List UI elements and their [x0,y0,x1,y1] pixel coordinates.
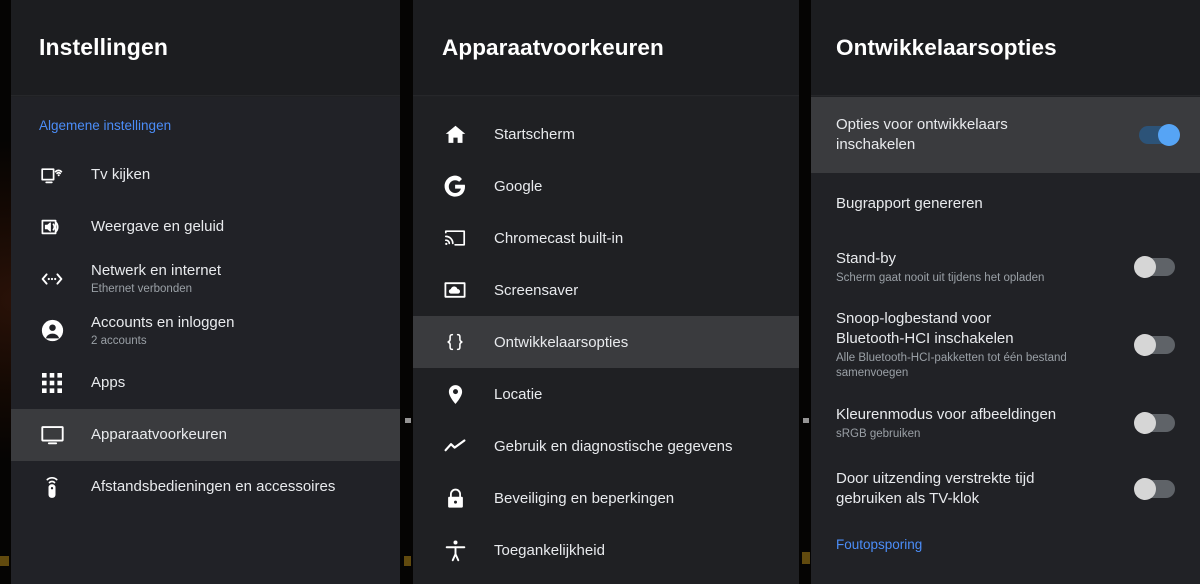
menu-item-startscherm[interactable]: Startscherm [413,108,799,160]
setting-label: Stand-by [836,249,1122,269]
setting-row-kleurenmodus-voor-afbeeldingen[interactable]: Kleurenmodus voor afbeeldingen sRGB gebr… [811,391,1200,455]
toggle-stand-by[interactable] [1134,256,1180,278]
cast-icon [442,225,468,251]
menu-item-label: Beveiliging en beperkingen [494,490,674,507]
menu-item-ontwikkelaarsopties[interactable]: Ontwikkelaarsopties [413,316,799,368]
analytics-icon [442,433,468,459]
page-title: Ontwikkelaarsopties [836,35,1057,61]
setting-row-bluetooth-hci-snoop-log[interactable]: Snoop-logbestand voor Bluetooth-HCI insc… [811,299,1200,391]
toggle-bluetooth-hci-snoop-log[interactable] [1134,334,1180,356]
toggle-uitzending-tijd-tv-klok[interactable] [1134,478,1180,500]
settings-panel-header: Instellingen [11,0,400,96]
menu-item-toegankelijkheid[interactable]: Toegankelijkheid [413,524,799,576]
sidebar-item-label: Apparaatvoorkeuren [91,425,227,444]
sidebar-item-label: Netwerk en internet [91,261,221,280]
toggle-thumb [1134,412,1156,434]
sidebar-item-netwerk-en-internet[interactable]: Netwerk en internet Ethernet verbonden [11,253,400,305]
section-label-foutopsporing[interactable]: Foutopsporing [811,523,1200,565]
sidebar-item-label: Tv kijken [91,165,150,184]
sidebar-item-tv-kijken[interactable]: Tv kijken [11,149,400,201]
setting-row-uitzending-tijd-als-tv-klok[interactable]: Door uitzending verstrekte tijd gebruike… [811,455,1200,523]
developer-options-panel-header: Ontwikkelaarsopties [811,0,1200,96]
accessibility-icon [442,537,468,563]
tv-live-icon [39,162,65,188]
menu-item-label: Chromecast built-in [494,230,623,247]
menu-item-beveiliging-en-beperkingen[interactable]: Beveiliging en beperkingen [413,472,799,524]
section-label-text: Foutopsporing [836,537,922,552]
menu-item-google[interactable]: Google [413,160,799,212]
menu-item-label: Gebruik en diagnostische gegevens [494,438,733,455]
menu-item-label: Startscherm [494,126,575,143]
menu-item-label: Screensaver [494,282,578,299]
screensaver-icon [442,277,468,303]
toggle-thumb [1134,334,1156,356]
setting-sublabel: Alle Bluetooth-HCI-pakketten tot één bes… [836,351,1086,381]
page-title: Instellingen [39,34,168,61]
sidebar-item-label: Accounts en inloggen [91,313,234,332]
remote-control-icon [39,474,65,500]
device-preferences-panel-header: Apparaatvoorkeuren [413,0,799,96]
sidebar-item-sublabel: Ethernet verbonden [91,281,221,297]
setting-sublabel: sRGB gebruiken [836,427,1122,442]
account-icon [39,318,65,344]
setting-label: Kleurenmodus voor afbeeldingen [836,405,1122,425]
menu-item-label: Locatie [494,386,542,403]
toggle-kleurenmodus[interactable] [1134,412,1180,434]
home-icon [442,121,468,147]
setting-label: Bugrapport genereren [836,194,1168,214]
page-title: Apparaatvoorkeuren [442,35,664,61]
setting-row-bugrapport-genereren[interactable]: Bugrapport genereren [811,173,1200,235]
setting-row-opties-voor-ontwikkelaars-inschakelen[interactable]: Opties voor ontwikkelaars inschakelen [811,97,1200,173]
menu-item-chromecast-built-in[interactable]: Chromecast built-in [413,212,799,264]
sidebar-item-label: Afstandsbedieningen en accessoires [91,477,335,496]
google-g-icon [442,173,468,199]
apps-grid-icon [39,370,65,396]
sidebar-item-label: Weergave en geluid [91,217,224,236]
device-preferences-panel-body: Startscherm Google [413,97,799,584]
sidebar-item-label: Apps [91,373,125,392]
menu-item-gebruik-en-diagnostische-gegevens[interactable]: Gebruik en diagnostische gegevens [413,420,799,472]
sidebar-item-weergave-en-geluid[interactable]: Weergave en geluid [11,201,400,253]
sidebar-item-apps[interactable]: Apps [11,357,400,409]
setting-sublabel: Scherm gaat nooit uit tijdens het oplade… [836,271,1122,286]
sidebar-item-afstandsbedieningen-en-accessoires[interactable]: Afstandsbedieningen en accessoires [11,461,400,513]
toggle-thumb [1158,124,1180,146]
device-preferences-panel: Apparaatvoorkeuren Startscherm [413,0,799,584]
display-sound-icon [39,214,65,240]
toggle-thumb [1134,478,1156,500]
menu-item-label: Ontwikkelaarsopties [494,334,628,351]
menu-item-label: Toegankelijkheid [494,542,605,559]
section-label-general: Algemene instellingen [11,97,400,133]
setting-label: Door uitzending verstrekte tijd gebruike… [836,469,1041,509]
monitor-icon [39,422,65,448]
developer-options-panel-body: Opties voor ontwikkelaars inschakelen Bu… [811,97,1200,584]
setting-label: Snoop-logbestand voor Bluetooth-HCI insc… [836,309,1036,349]
sidebar-item-apparaatvoorkeuren[interactable]: Apparaatvoorkeuren [11,409,400,461]
setting-row-stand-by[interactable]: Stand-by Scherm gaat nooit uit tijdens h… [811,235,1200,299]
lock-icon [442,485,468,511]
toggle-thumb [1134,256,1156,278]
sidebar-item-accounts-en-inloggen[interactable]: Accounts en inloggen 2 accounts [11,305,400,357]
setting-label: Opties voor ontwikkelaars inschakelen [836,115,1066,155]
braces-icon [442,329,468,355]
sidebar-item-sublabel: 2 accounts [91,333,234,349]
menu-item-screensaver[interactable]: Screensaver [413,264,799,316]
menu-item-label: Google [494,178,542,195]
location-pin-icon [442,381,468,407]
network-icon [39,266,65,292]
toggle-developer-options[interactable] [1134,124,1180,146]
settings-panel: Instellingen Algemene instellingen [11,0,400,584]
menu-item-locatie[interactable]: Locatie [413,368,799,420]
settings-panel-body: Algemene instellingen Tv kijken [11,97,400,584]
developer-options-panel: Ontwikkelaarsopties Opties voor ontwikke… [811,0,1200,584]
